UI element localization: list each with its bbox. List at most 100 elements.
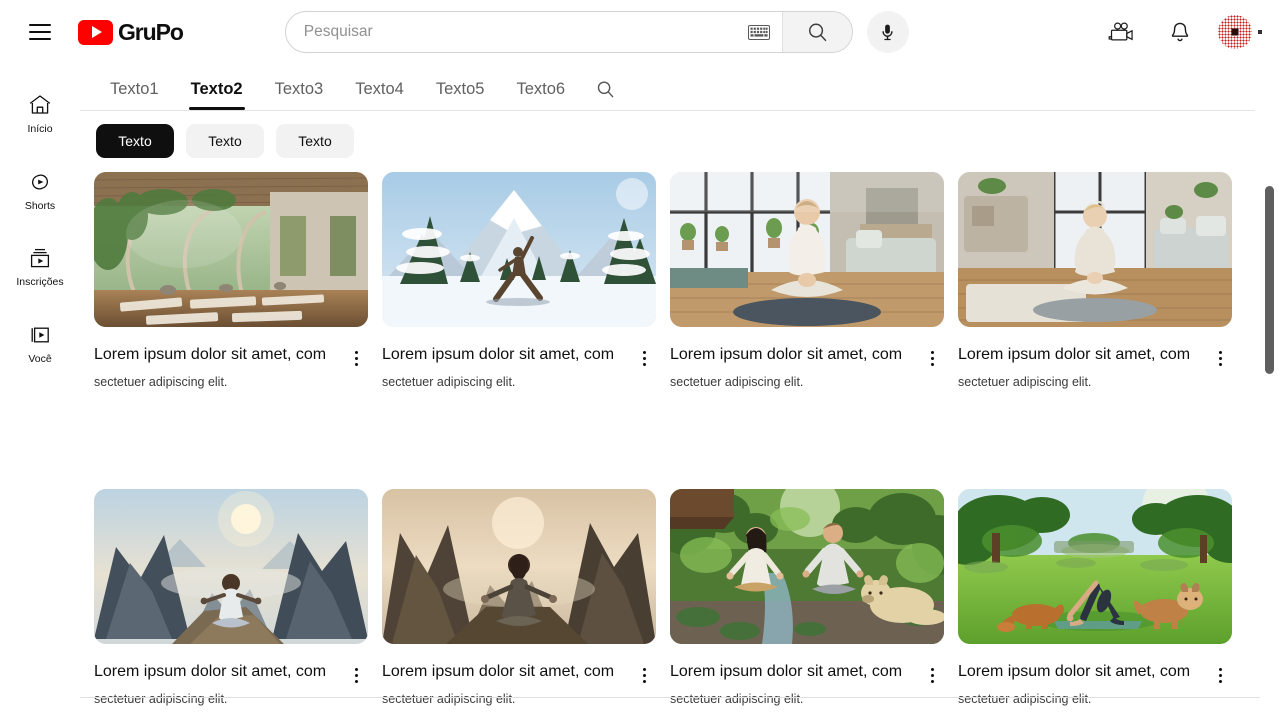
video-thumbnail-canyon-sunset-back-meditation[interactable] [382,489,656,644]
tab-texto5[interactable]: Texto5 [420,80,501,110]
video-subtitle: sectetuer adipiscing elit. [382,692,516,706]
video-card-meta: Lorem ipsum dolor sit amet, com sectetue… [958,343,1232,389]
sidebar-item-shorts[interactable]: Shorts [6,155,74,220]
kebab-menu-icon[interactable] [1208,345,1232,371]
video-card-text: Lorem ipsum dolor sit amet, com sectetue… [94,343,344,389]
sidebar-item-inscricoes[interactable]: Inscrições [6,231,74,296]
search-icon[interactable] [581,79,626,110]
kebab-menu-icon[interactable] [344,345,368,371]
video-card[interactable]: Lorem ipsum dolor sit amet, com sectetue… [382,489,656,706]
video-card-text: Lorem ipsum dolor sit amet, com sectetue… [670,660,920,706]
search-input[interactable] [285,12,736,52]
user-avatar-image [1218,15,1252,49]
video-card-meta: Lorem ipsum dolor sit amet, com sectetue… [670,660,944,706]
video-grid: Lorem ipsum dolor sit amet, com sectetue… [94,172,1260,706]
video-thumbnail-mountain-peak-sunrise-meditation[interactable] [94,489,368,644]
video-card[interactable]: Lorem ipsum dolor sit amet, com sectetue… [958,172,1232,389]
brand-wordmark: GruPo [118,18,184,45]
video-card[interactable]: Lorem ipsum dolor sit amet, com sectetue… [94,172,368,389]
brand-logo[interactable]: GruPo [78,18,184,46]
hamburger-menu-icon[interactable] [20,12,60,52]
sidebar-item-label: Início [27,123,53,135]
video-card-text: Lorem ipsum dolor sit amet, com sectetue… [382,660,632,706]
video-card[interactable]: Lorem ipsum dolor sit amet, com sectetue… [382,172,656,389]
kebab-menu-icon[interactable] [344,662,368,688]
video-title[interactable]: Lorem ipsum dolor sit amet, com [670,343,914,366]
video-card-text: Lorem ipsum dolor sit amet, com sectetue… [958,343,1208,389]
video-camera-icon[interactable] [1102,12,1142,52]
video-subtitle: sectetuer adipiscing elit. [94,692,228,706]
video-card-meta: Lorem ipsum dolor sit amet, com sectetue… [382,343,656,389]
main-content: Texto1 Texto2 Texto3 Texto4 Texto5 Texto… [80,64,1280,720]
video-title[interactable]: Lorem ipsum dolor sit amet, com [94,660,338,683]
video-card[interactable]: Lorem ipsum dolor sit amet, com sectetue… [670,489,944,706]
video-thumbnail-forest-stream-couple-dog-meditation[interactable] [670,489,944,644]
kebab-menu-icon[interactable] [1208,662,1232,688]
video-card-meta: Lorem ipsum dolor sit amet, com sectetue… [94,660,368,706]
video-card-meta: Lorem ipsum dolor sit amet, com sectetue… [382,660,656,706]
video-thumbnail-living-room-hoodie-meditation[interactable] [958,172,1232,327]
tab-bar: Texto1 Texto2 Texto3 Texto4 Texto5 Texto… [94,64,1280,110]
video-subtitle: sectetuer adipiscing elit. [958,375,1092,389]
tab-texto2[interactable]: Texto2 [175,80,259,110]
tab-bar-divider [80,110,1255,111]
tab-texto6[interactable]: Texto6 [500,80,581,110]
video-title[interactable]: Lorem ipsum dolor sit amet, com [382,660,626,683]
content-bottom-divider [80,697,1260,698]
topbar-actions [1102,0,1262,64]
sidebar-item-inicio[interactable]: Início [6,78,74,143]
kebab-menu-icon[interactable] [632,662,656,688]
voice-search-button[interactable] [866,11,909,53]
video-title[interactable]: Lorem ipsum dolor sit amet, com [94,343,338,366]
video-card-meta: Lorem ipsum dolor sit amet, com sectetue… [94,343,368,389]
video-card-meta: Lorem ipsum dolor sit amet, com sectetue… [670,343,944,389]
avatar-status-dot [1258,30,1262,34]
kebab-menu-icon[interactable] [920,345,944,371]
sidebar-item-label: Inscrições [16,276,64,288]
video-title[interactable]: Lorem ipsum dolor sit amet, com [958,343,1202,366]
top-bar: GruPo [0,0,1280,64]
video-card[interactable]: Lorem ipsum dolor sit amet, com sectetue… [958,489,1232,706]
bell-icon[interactable] [1160,12,1200,52]
tab-texto4[interactable]: Texto4 [339,80,420,110]
video-subtitle: sectetuer adipiscing elit. [958,692,1092,706]
video-card-text: Lorem ipsum dolor sit amet, com sectetue… [382,343,632,389]
scrollbar-thumb[interactable] [1265,186,1274,374]
video-title[interactable]: Lorem ipsum dolor sit amet, com [958,660,1202,683]
page-scrollbar[interactable] [1264,64,1278,720]
filter-chip-row: Texto Texto Texto [96,124,354,158]
sidebar-rail: Início Shorts Inscrições Você [0,64,80,720]
video-card-text: Lorem ipsum dolor sit amet, com sectetue… [94,660,344,706]
video-title[interactable]: Lorem ipsum dolor sit amet, com [670,660,914,683]
video-subtitle: sectetuer adipiscing elit. [94,375,228,389]
video-card-text: Lorem ipsum dolor sit amet, com sectetue… [958,660,1208,706]
filter-chip-1[interactable]: Texto [96,124,174,158]
sidebar-item-label: Você [28,352,52,365]
play-button-icon [78,19,113,45]
tab-texto3[interactable]: Texto3 [259,80,340,110]
video-card-meta: Lorem ipsum dolor sit amet, com sectetue… [958,660,1232,706]
sidebar-item-voce[interactable]: Você [6,308,74,373]
video-thumbnail-yoga-studio-interior-greenery[interactable] [94,172,368,327]
kebab-menu-icon[interactable] [632,345,656,371]
video-subtitle: sectetuer adipiscing elit. [670,375,804,389]
video-card[interactable]: Lorem ipsum dolor sit amet, com sectetue… [670,172,944,389]
sidebar-item-label: Shorts [24,199,56,212]
keyboard-icon[interactable] [736,24,782,40]
video-subtitle: sectetuer adipiscing elit. [670,692,804,706]
video-card-text: Lorem ipsum dolor sit amet, com sectetue… [670,343,920,389]
video-title[interactable]: Lorem ipsum dolor sit amet, com [382,343,626,366]
filter-chip-2[interactable]: Texto [186,124,264,158]
search-submit-button[interactable] [781,12,852,52]
video-subtitle: sectetuer adipiscing elit. [382,375,516,389]
avatar[interactable] [1218,15,1262,49]
video-card[interactable]: Lorem ipsum dolor sit amet, com sectetue… [94,489,368,706]
search-area [284,11,909,53]
kebab-menu-icon[interactable] [920,662,944,688]
video-thumbnail-park-downward-dog-with-dogs[interactable] [958,489,1232,644]
video-thumbnail-indoor-loft-lotus-meditation[interactable] [670,172,944,327]
video-thumbnail-snowy-mountain-warrior-pose[interactable] [382,172,656,327]
tab-texto1[interactable]: Texto1 [94,80,175,110]
filter-chip-3[interactable]: Texto [276,124,354,158]
search-bar[interactable] [284,11,853,53]
